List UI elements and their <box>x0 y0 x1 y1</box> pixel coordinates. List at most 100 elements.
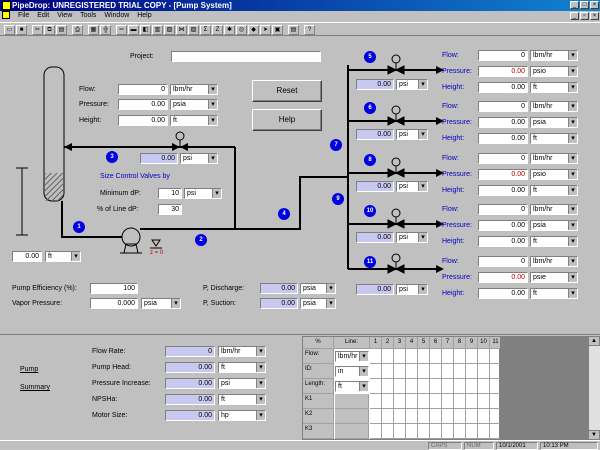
grid-cell[interactable] <box>478 394 490 409</box>
branch6-flow-unit[interactable]: lbm/hr <box>530 101 578 112</box>
branch8-height[interactable]: 0.00 <box>478 185 528 196</box>
node-11[interactable]: 11 <box>364 256 376 268</box>
grid-cell[interactable] <box>394 364 406 379</box>
menu-view[interactable]: View <box>57 12 72 19</box>
help-button[interactable]: Help <box>252 109 322 131</box>
grid-cell[interactable] <box>430 409 442 424</box>
tank-height-input[interactable]: 0.00 <box>12 251 42 262</box>
grid-cell[interactable] <box>466 424 478 439</box>
help-icon[interactable]: ? <box>304 25 315 35</box>
node-6[interactable]: 6 <box>364 102 376 114</box>
grid-cell[interactable] <box>370 424 382 439</box>
branch5-pressure[interactable]: 0.00 <box>478 66 528 77</box>
branch11-flow[interactable]: 0 <box>478 256 528 267</box>
grid-cell[interactable] <box>430 394 442 409</box>
grid-cell[interactable] <box>382 409 394 424</box>
grid-cell[interactable] <box>466 364 478 379</box>
valve11-unit[interactable]: psi <box>396 284 428 295</box>
doc-restore-icon[interactable]: ▫ <box>580 12 589 20</box>
branch8-flow[interactable]: 0 <box>478 153 528 164</box>
app-icon[interactable] <box>2 1 11 10</box>
p-discharge-unit-select[interactable]: psia <box>300 283 336 294</box>
scroll-up-icon[interactable]: ▲ <box>588 336 600 346</box>
tool-icon-14[interactable]: ◆ <box>248 25 259 35</box>
branch5-flow-unit[interactable]: lbm/hr <box>530 50 578 61</box>
summary-motor-unit[interactable]: hp <box>218 410 266 421</box>
grid-cell[interactable] <box>382 424 394 439</box>
grid-cell[interactable] <box>478 349 490 364</box>
grid-cell[interactable] <box>466 409 478 424</box>
grid-cell[interactable] <box>466 394 478 409</box>
node-2[interactable]: 2 <box>195 234 207 246</box>
grid-cell[interactable] <box>394 424 406 439</box>
grid-cell[interactable] <box>466 379 478 394</box>
grid-row-unit[interactable]: lbm/hr <box>335 351 369 362</box>
grid-cell[interactable] <box>478 409 490 424</box>
branch10-height[interactable]: 0.00 <box>478 236 528 247</box>
grid-cell[interactable] <box>430 379 442 394</box>
summary-flow-unit[interactable]: lbm/hr <box>218 346 266 357</box>
grid-cell[interactable] <box>418 394 430 409</box>
grid-cell[interactable] <box>406 394 418 409</box>
valve3-dp-input[interactable]: 0.00 <box>140 153 178 164</box>
valve8-unit[interactable]: psi <box>396 181 428 192</box>
grid-cell[interactable] <box>430 364 442 379</box>
node-7[interactable]: 7 <box>330 139 342 151</box>
grid-cell[interactable] <box>394 379 406 394</box>
branch11-flow-unit[interactable]: lbm/hr <box>530 256 578 267</box>
grid-cell[interactable] <box>454 394 466 409</box>
pump-icon[interactable] <box>121 227 141 247</box>
grid-cell[interactable] <box>478 424 490 439</box>
node-1[interactable]: 1 <box>73 221 85 233</box>
grid-cell[interactable] <box>478 379 490 394</box>
vapor-pressure-input[interactable]: 0.000 <box>90 298 138 309</box>
branch6-height[interactable]: 0.00 <box>478 133 528 144</box>
branch8-height-unit[interactable]: ft <box>530 185 578 196</box>
flow-input[interactable]: 0 <box>118 84 168 95</box>
grid-cell[interactable] <box>370 364 382 379</box>
grid-cell[interactable] <box>418 409 430 424</box>
print-icon[interactable]: ⎙ <box>72 25 83 35</box>
grid-cell[interactable] <box>466 349 478 364</box>
grid-cell[interactable] <box>406 364 418 379</box>
branch11-pressure-unit[interactable]: psie <box>530 272 578 283</box>
valve6-dp[interactable]: 0.00 <box>356 129 394 140</box>
tool-icon-9[interactable]: ▨ <box>188 25 199 35</box>
menu-tools[interactable]: Tools <box>80 12 96 19</box>
doc-icon[interactable] <box>2 11 10 20</box>
save-icon[interactable]: ■ <box>16 25 27 35</box>
node-4[interactable]: 4 <box>278 208 290 220</box>
project-input[interactable] <box>171 51 321 62</box>
reset-button[interactable]: Reset <box>252 80 322 102</box>
grid-cell[interactable] <box>442 349 454 364</box>
grid-cell[interactable] <box>442 409 454 424</box>
menu-edit[interactable]: Edit <box>37 12 49 19</box>
paste-icon[interactable]: ▤ <box>56 25 67 35</box>
pct-line-dp-input[interactable]: 30 <box>158 204 182 215</box>
grid-cell[interactable] <box>454 349 466 364</box>
branch10-pressure-unit[interactable]: psia <box>530 220 578 231</box>
tool-icon-17[interactable]: ▤ <box>288 25 299 35</box>
branch6-pressure-unit[interactable]: psia <box>530 117 578 128</box>
valve6-unit[interactable]: psi <box>396 129 428 140</box>
branch11-height[interactable]: 0.00 <box>478 288 528 299</box>
scroll-down-icon[interactable]: ▼ <box>588 430 600 440</box>
height-unit-select[interactable]: ft <box>170 115 218 126</box>
vertical-scrollbar[interactable] <box>588 336 600 440</box>
height-input[interactable]: 0.00 <box>118 115 168 126</box>
copy-icon[interactable]: ⧉ <box>44 25 55 35</box>
branch10-flow-unit[interactable]: lbm/hr <box>530 204 578 215</box>
p-suction-unit-select[interactable]: psia <box>300 298 336 309</box>
grid-cell[interactable] <box>406 409 418 424</box>
pump-efficiency-input[interactable]: 100 <box>90 283 138 294</box>
summary-head-unit[interactable]: ft <box>218 362 266 373</box>
branch6-height-unit[interactable]: ft <box>530 133 578 144</box>
grid-cell[interactable] <box>478 364 490 379</box>
tool-icon-1[interactable]: ▦ <box>88 25 99 35</box>
valve5-unit[interactable]: psi <box>396 79 428 90</box>
grid-cell[interactable] <box>418 364 430 379</box>
tool-icon-5[interactable]: ◧ <box>140 25 151 35</box>
menu-window[interactable]: Window <box>104 12 129 19</box>
branch10-height-unit[interactable]: ft <box>530 236 578 247</box>
tool-icon-6[interactable]: ▥ <box>152 25 163 35</box>
